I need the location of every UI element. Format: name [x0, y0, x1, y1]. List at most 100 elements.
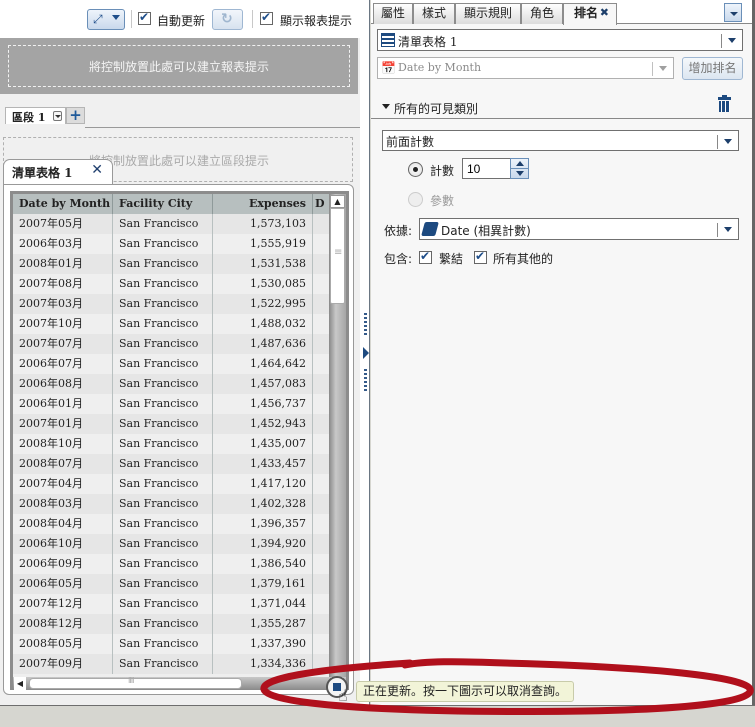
by-label: 依據: [384, 224, 413, 238]
cell-date: 2007年01月 [13, 414, 113, 434]
table-row[interactable]: 2007年08月 San Francisco 1,530,085 [13, 274, 329, 294]
cell-city: San Francisco [113, 574, 213, 594]
cell-truncated [313, 314, 329, 334]
cell-truncated [313, 654, 329, 674]
list-table-tab[interactable]: 清單表格 1 ✕ [3, 159, 113, 184]
refresh-button[interactable]: ↻ [212, 9, 243, 30]
scroll-left-icon[interactable]: ◀ [14, 677, 26, 690]
object-select-value: 清單表格 1 [398, 35, 458, 49]
table-row[interactable]: 2008年07月 San Francisco 1,433,457 [13, 454, 329, 474]
table-row[interactable]: 2007年04月 San Francisco 1,417,120 [13, 474, 329, 494]
show-report-prompt-checkbox[interactable] [260, 10, 273, 25]
scroll-up-icon[interactable]: ▲ [330, 195, 345, 208]
collapse-triangle-icon[interactable] [382, 104, 390, 109]
rank-type-value: 前面計數 [386, 135, 435, 149]
table-row[interactable]: 2008年12月 San Francisco 1,355,287 [13, 614, 329, 634]
table-row[interactable]: 2007年01月 San Francisco 1,452,943 [13, 414, 329, 434]
table-row[interactable]: 2008年04月 San Francisco 1,396,357 [13, 514, 329, 534]
table-row[interactable]: 2006年10月 San Francisco 1,394,920 [13, 534, 329, 554]
close-icon[interactable]: ✕ [91, 162, 103, 178]
column-header-city[interactable]: Facility City [113, 194, 213, 214]
table-row[interactable]: 2006年09月 San Francisco 1,386,540 [13, 554, 329, 574]
horizontal-scrollbar[interactable]: ◀ ▶ [13, 676, 346, 690]
table-row[interactable]: 2007年07月 San Francisco 1,487,636 [13, 334, 329, 354]
count-radio[interactable] [408, 162, 423, 177]
table-row[interactable]: 2008年03月 San Francisco 1,402,328 [13, 494, 329, 514]
include-ties-label: 繫結 [439, 252, 464, 266]
section-tab-1[interactable]: 區段 1 [5, 107, 66, 124]
rank-category-select[interactable]: 📅 Date by Month [377, 57, 674, 79]
column-header-date[interactable]: Date by Month [13, 194, 113, 214]
table-row[interactable]: 2008年10月 San Francisco 1,435,007 [13, 434, 329, 454]
rank-group-header[interactable]: 所有的可見類別 [371, 94, 752, 119]
cell-truncated [313, 554, 329, 574]
include-label: 包含: [384, 252, 413, 266]
table-row[interactable]: 2007年09月 San Francisco 1,334,336 [13, 654, 329, 674]
table-row[interactable]: 2006年01月 San Francisco 1,456,737 [13, 394, 329, 414]
tab-ranks[interactable]: 排名 ✖ [563, 3, 617, 25]
trash-icon[interactable] [718, 95, 731, 112]
cell-city: San Francisco [113, 634, 213, 654]
vertical-scrollbar[interactable]: ▲ [329, 194, 346, 677]
section-menu-icon[interactable] [53, 111, 62, 121]
cell-truncated [313, 234, 329, 254]
cell-city: San Francisco [113, 614, 213, 634]
column-header-expenses[interactable]: Expenses [213, 194, 313, 214]
table-row[interactable]: 2007年03月 San Francisco 1,522,995 [13, 294, 329, 314]
by-measure-select[interactable]: Date (相異計數) [419, 218, 739, 240]
table-row[interactable]: 2007年10月 San Francisco 1,488,032 [13, 314, 329, 334]
count-stepper[interactable] [510, 158, 529, 179]
table-row[interactable]: 2006年03月 San Francisco 1,555,919 [13, 234, 329, 254]
cell-expenses: 1,337,390 [213, 634, 313, 654]
auto-refresh-checkbox[interactable] [138, 10, 151, 25]
cell-truncated [313, 474, 329, 494]
table-row[interactable]: 2007年05月 San Francisco 1,573,103 [13, 214, 329, 234]
object-select[interactable]: 清單表格 1 [377, 29, 743, 51]
tab-styles[interactable]: 樣式 [413, 3, 455, 24]
tab-roles[interactable]: 角色 [521, 3, 563, 24]
cell-truncated [313, 414, 329, 434]
toolbar-divider [131, 10, 132, 28]
cell-expenses: 1,394,920 [213, 534, 313, 554]
vertical-scroll-thumb[interactable] [330, 208, 345, 304]
rank-type-select[interactable]: 前面計數 [382, 130, 739, 151]
table-row[interactable]: 2006年05月 San Francisco 1,379,161 [13, 574, 329, 594]
decrement-icon[interactable] [516, 171, 524, 176]
cell-truncated [313, 434, 329, 454]
cell-truncated [313, 514, 329, 534]
cell-truncated [313, 454, 329, 474]
expand-menu-button[interactable]: ⤢ [87, 9, 125, 30]
table-row[interactable]: 2007年12月 San Francisco 1,371,044 [13, 594, 329, 614]
updating-tooltip: 正在更新。按一下圖示可以取消查詢。 [356, 681, 575, 702]
report-prompt-drop-zone[interactable]: 將控制放置此處可以建立報表提示 [0, 38, 358, 94]
table-row[interactable]: 2006年08月 San Francisco 1,457,083 [13, 374, 329, 394]
table-grid: Date by Month Facility City Expenses D 2… [13, 194, 329, 677]
include-all-others-checkbox[interactable] [474, 249, 487, 264]
increment-icon[interactable] [516, 161, 524, 166]
include-ties-checkbox[interactable] [419, 249, 432, 264]
grip-dots-icon [364, 313, 367, 335]
add-section-button[interactable]: + [66, 107, 85, 124]
panel-splitter[interactable] [360, 0, 370, 705]
tab-properties[interactable]: 屬性 [373, 3, 413, 24]
table-row[interactable]: 2008年01月 San Francisco 1,531,538 [13, 254, 329, 274]
cell-truncated [313, 374, 329, 394]
count-input[interactable] [462, 158, 511, 179]
collapse-arrow-icon[interactable] [363, 347, 369, 359]
panel-menu-button[interactable] [724, 3, 742, 22]
tab-display-rules[interactable]: 顯示規則 [455, 3, 521, 24]
parameter-radio[interactable] [408, 192, 423, 207]
properties-panel: 屬性 樣式 顯示規則 角色 排名 ✖ 清單表格 1 📅 Date by Mont… [371, 0, 755, 705]
column-header-truncated[interactable]: D [313, 194, 329, 214]
table-row[interactable]: 2008年05月 San Francisco 1,337,390 [13, 634, 329, 654]
cell-date: 2007年07月 [13, 334, 113, 354]
section-tab-bar: 區段 1 + [0, 96, 360, 128]
close-icon[interactable]: ✖ [600, 3, 609, 22]
table-row[interactable]: 2006年07月 San Francisco 1,464,642 [13, 354, 329, 374]
add-rank-button[interactable]: 增加排名 [682, 57, 743, 80]
cell-city: San Francisco [113, 234, 213, 254]
horizontal-scroll-thumb[interactable] [29, 676, 242, 689]
cell-expenses: 1,531,538 [213, 254, 313, 274]
date-calendar-icon: 📅 [381, 61, 396, 75]
cell-expenses: 1,334,336 [213, 654, 313, 674]
